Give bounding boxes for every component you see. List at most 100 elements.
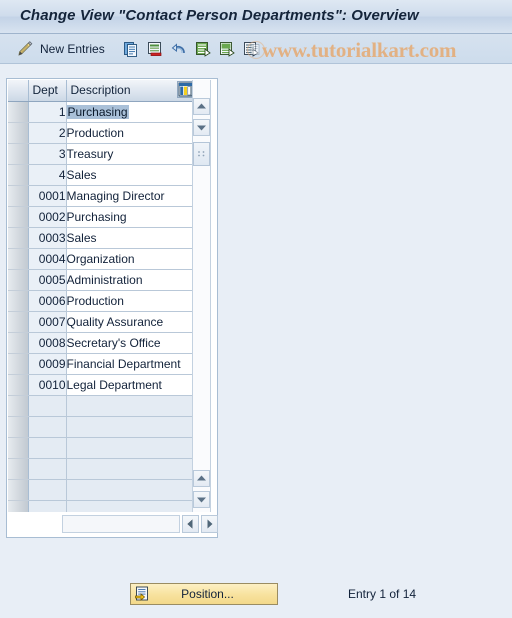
new-entries-button[interactable]: New Entries [40,38,105,60]
cell-description[interactable] [66,458,194,480]
select-block-button[interactable] [218,38,236,60]
row-select-button[interactable] [8,206,29,228]
table-row-empty[interactable] [8,479,194,501]
row-select-button[interactable] [8,101,29,123]
row-select-button[interactable] [8,332,29,354]
scroll-up-button-bottom[interactable] [193,470,210,487]
cell-description[interactable] [66,437,194,459]
cell-dept[interactable] [28,458,67,480]
cell-description[interactable]: Legal Department [66,374,194,396]
row-select-button[interactable] [8,248,29,270]
table-row-empty[interactable] [8,437,194,459]
cell-dept[interactable]: 0006 [28,290,67,312]
horizontal-scrollbar[interactable] [62,515,218,533]
cell-description[interactable]: Production [66,122,194,144]
select-all-header-cell[interactable] [8,80,29,102]
cell-dept[interactable]: 0007 [28,311,67,333]
table-row[interactable]: 0004 Organization [8,248,194,270]
cell-dept[interactable]: 0008 [28,332,67,354]
cell-description[interactable]: Treasury [66,143,194,165]
edit-button[interactable] [16,38,34,60]
cell-dept[interactable]: 1 [28,101,67,123]
cell-dept[interactable]: 4 [28,164,67,186]
cell-description[interactable]: Managing Director [66,185,194,207]
column-header-dept[interactable]: Dept [28,80,67,102]
cell-dept[interactable]: 0004 [28,248,67,270]
cell-description[interactable] [66,395,194,417]
cell-description[interactable] [66,500,194,512]
cell-dept[interactable]: 0003 [28,227,67,249]
row-select-button[interactable] [8,395,29,417]
cell-dept[interactable]: 2 [28,122,67,144]
row-select-button[interactable] [8,437,29,459]
cell-description[interactable]: Quality Assurance [66,311,194,333]
row-select-button[interactable] [8,416,29,438]
horizontal-scrollbar-track[interactable] [62,515,180,533]
row-select-button[interactable] [8,374,29,396]
table-row[interactable]: 0003 Sales [8,227,194,249]
column-header-description[interactable]: Description [66,80,194,102]
table-row[interactable]: 0005 Administration [8,269,194,291]
table-row[interactable]: 3 Treasury [8,143,194,165]
cell-dept[interactable]: 0002 [28,206,67,228]
row-select-button[interactable] [8,164,29,186]
row-select-button[interactable] [8,290,29,312]
table-row[interactable]: 0001 Managing Director [8,185,194,207]
table-row-empty[interactable] [8,458,194,480]
cell-dept[interactable] [28,479,67,501]
cell-description[interactable]: Purchasing [66,206,194,228]
scrollbar-thumb[interactable] [193,142,210,166]
row-select-button[interactable] [8,185,29,207]
table-row[interactable]: 0010 Legal Department [8,374,194,396]
row-select-button[interactable] [8,122,29,144]
row-select-button[interactable] [8,479,29,501]
cell-description[interactable] [66,479,194,501]
cell-dept[interactable] [28,395,67,417]
table-row[interactable]: 2 Production [8,122,194,144]
cell-description[interactable] [66,416,194,438]
cell-description[interactable]: Secretary's Office [66,332,194,354]
cell-description[interactable]: Sales [66,227,194,249]
table-row-empty[interactable] [8,395,194,417]
cell-description[interactable]: Organization [66,248,194,270]
select-all-button[interactable] [194,38,212,60]
cell-dept[interactable] [28,500,67,512]
table-row[interactable]: 4 Sales [8,164,194,186]
table-row-empty[interactable] [8,500,194,512]
scroll-right-button[interactable] [201,515,218,533]
row-select-button[interactable] [8,353,29,375]
row-select-button[interactable] [8,458,29,480]
cell-description[interactable]: Purchasing [66,101,194,123]
table-row[interactable]: 0002 Purchasing [8,206,194,228]
row-select-button[interactable] [8,500,29,512]
cell-dept[interactable]: 0009 [28,353,67,375]
table-row[interactable]: 0006 Production [8,290,194,312]
cell-description[interactable]: Administration [66,269,194,291]
copy-as-button[interactable] [122,38,140,60]
scroll-down-button-bottom[interactable] [193,491,210,508]
cell-dept[interactable] [28,416,67,438]
cell-description[interactable]: Production [66,290,194,312]
undo-button[interactable] [170,38,188,60]
cell-dept[interactable] [28,437,67,459]
row-select-button[interactable] [8,227,29,249]
cell-dept[interactable]: 0001 [28,185,67,207]
cell-description[interactable]: Financial Department [66,353,194,375]
row-select-button[interactable] [8,269,29,291]
scroll-down-button[interactable] [193,119,210,136]
scroll-left-button[interactable] [182,515,199,533]
cell-dept[interactable]: 3 [28,143,67,165]
scroll-up-button[interactable] [193,98,210,115]
table-row-empty[interactable] [8,416,194,438]
cell-description[interactable]: Sales [66,164,194,186]
vertical-scrollbar[interactable] [192,80,211,512]
row-select-button[interactable] [8,311,29,333]
table-row[interactable]: 0007 Quality Assurance [8,311,194,333]
cell-dept[interactable]: 0010 [28,374,67,396]
table-row[interactable]: 0008 Secretary's Office [8,332,194,354]
position-button[interactable]: Position... [130,583,278,605]
delete-button[interactable] [146,38,164,60]
row-select-button[interactable] [8,143,29,165]
table-row[interactable]: 1 Purchasing [8,101,194,123]
cell-dept[interactable]: 0005 [28,269,67,291]
